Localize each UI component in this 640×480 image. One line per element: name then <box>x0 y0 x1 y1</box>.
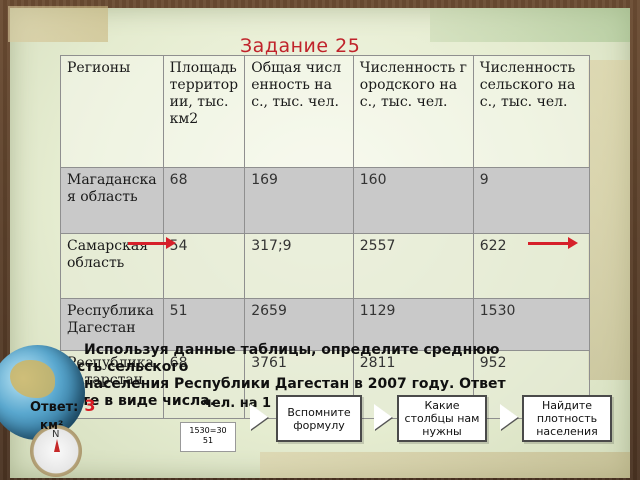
play-icon[interactable] <box>374 404 392 430</box>
header-area: Площадь территории, тыс. км2 <box>162 55 246 168</box>
task-line-2: плотность сельского <box>20 359 189 375</box>
cell-region: Магаданская область <box>60 167 164 234</box>
cell-total: 317;9 <box>244 233 354 299</box>
table-row: Магаданская область 68 169 160 9 <box>60 167 591 234</box>
task-line-1: Используя данные таблицы, определите сре… <box>84 342 500 358</box>
map-decoration-bottom <box>260 452 630 478</box>
cell-rural: 9 <box>472 167 591 234</box>
header-total-population: Общая численность нас., тыс. чел. <box>244 55 354 168</box>
header-regions: Регионы <box>60 55 164 168</box>
answer-value: 3 <box>84 396 96 415</box>
cell-total: 169 <box>244 167 354 234</box>
cell-urban: 160 <box>352 167 474 234</box>
play-icon[interactable] <box>250 404 268 430</box>
answer-label: Ответ: <box>30 400 79 415</box>
header-urban-population: Численность городского нас., тыс. чел. <box>352 55 474 168</box>
map-decoration-right <box>588 60 630 380</box>
map-decoration-top-right <box>430 8 630 42</box>
compass-needle <box>54 439 60 452</box>
red-arrow-rural <box>528 237 578 249</box>
cell-urban: 2557 <box>352 233 474 299</box>
hint-button-columns[interactable]: Какие столбцы нам нужны <box>397 395 487 442</box>
header-rural-population: Численность сельского нас., тыс. чел. <box>472 55 591 168</box>
table-header-row: Регионы Площадь территории, тыс. км2 Общ… <box>60 55 591 168</box>
calc-denominator: 51 <box>202 436 214 445</box>
compass-icon: N <box>30 425 82 477</box>
calculation-box: 1530=30 51 <box>180 422 236 452</box>
slide-title: Задание 25 <box>240 35 361 57</box>
red-arrow-area <box>128 237 176 249</box>
hint-button-density[interactable]: Найдите плотность населения <box>522 395 612 442</box>
calc-result: =30 <box>209 426 227 435</box>
map-decoration-top-left <box>8 6 108 42</box>
answer-unit-km: км² <box>40 418 64 432</box>
calc-numerator: 1530 <box>189 426 210 435</box>
cell-area: 68 <box>162 167 246 234</box>
task-line-3: населения Республики Дагестан в 2007 год… <box>84 376 506 392</box>
play-icon[interactable] <box>500 404 518 430</box>
hint-button-formula[interactable]: Вспомните формулу <box>276 395 362 442</box>
answer-line: Ответ: 3 <box>30 396 96 415</box>
